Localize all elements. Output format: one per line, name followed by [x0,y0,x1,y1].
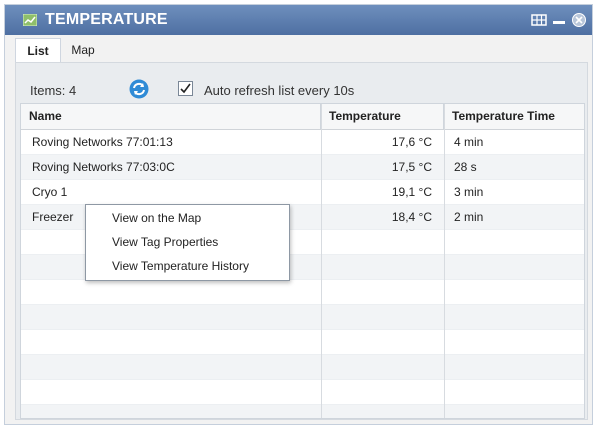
refresh-icon[interactable] [128,78,150,100]
items-count: Items: 4 [30,83,77,98]
chart-icon [23,14,37,26]
column-header-name[interactable]: Name [21,104,321,129]
cell-temperature: 19,1 °C [391,185,432,199]
empty-row [21,305,584,330]
minimize-icon[interactable] [550,12,568,28]
title-bar[interactable]: TEMPERATURE [5,5,592,35]
cell-temperature: 18,4 °C [391,210,432,224]
empty-row [21,405,584,418]
row-context-menu: View on the Map View Tag Properties View… [85,204,290,281]
empty-row [21,355,584,380]
column-header-temperature[interactable]: Temperature [321,104,444,129]
temperature-window: TEMPERATURE List Map Items: 4 Auto refre… [4,4,593,425]
cell-temperature: 17,5 °C [391,160,432,174]
table-row[interactable]: Roving Networks 77:01:13 17,6 °C 4 min [21,130,584,155]
cell-name: Roving Networks 77:03:0C [32,160,175,174]
auto-refresh-checkbox[interactable] [178,81,193,96]
cell-name: Cryo 1 [32,185,68,199]
menu-item-view-on-map[interactable]: View on the Map [86,206,289,230]
cell-name: Roving Networks 77:01:13 [32,135,173,149]
column-header-temperature-time[interactable]: Temperature Time [444,104,584,129]
cell-temperature-time: 3 min [454,185,484,199]
checkmark-icon [180,83,191,94]
empty-row [21,380,584,405]
cell-temperature-time: 4 min [454,135,484,149]
window-title: TEMPERATURE [45,11,168,28]
column-divider [444,104,445,418]
column-divider [321,104,322,418]
menu-item-view-tag-properties[interactable]: View Tag Properties [86,230,289,254]
cell-temperature-time: 2 min [454,210,484,224]
grid-icon[interactable] [530,12,548,28]
tab-list[interactable]: List [15,38,61,62]
empty-row [21,330,584,355]
cell-temperature-time: 28 s [454,160,477,174]
table-row[interactable]: Cryo 1 19,1 °C 3 min [21,180,584,205]
close-icon[interactable] [570,12,588,28]
tab-map[interactable]: Map [61,38,105,62]
menu-item-view-temperature-history[interactable]: View Temperature History [86,254,289,278]
table-row[interactable]: Roving Networks 77:03:0C 17,5 °C 28 s [21,155,584,180]
table-header: Name Temperature Temperature Time [21,104,584,130]
empty-row [21,280,584,305]
auto-refresh-label[interactable]: Auto refresh list every 10s [204,83,354,98]
cell-temperature: 17,6 °C [391,135,432,149]
